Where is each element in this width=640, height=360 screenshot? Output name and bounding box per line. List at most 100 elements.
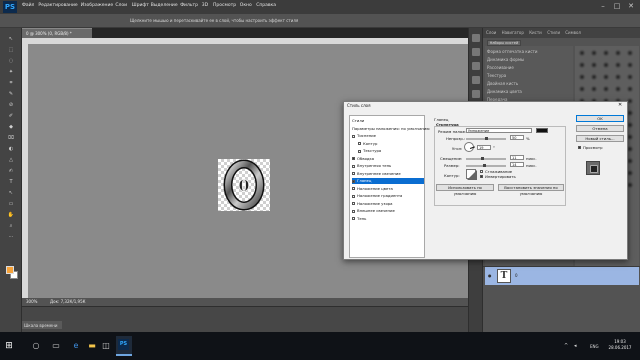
windows-icon[interactable]: ⊞ <box>0 336 18 356</box>
magic-wand-tool-icon[interactable]: ✦ <box>3 69 19 75</box>
gradient-tool-icon[interactable]: △ <box>3 157 19 163</box>
marquee-tool-icon[interactable]: ⬚ <box>3 47 19 53</box>
brush-tip-preset[interactable] <box>626 49 634 57</box>
layer-row[interactable]: ● T 0 <box>485 267 639 285</box>
close-window-button[interactable]: ✕ <box>624 1 638 11</box>
style-checkbox[interactable] <box>352 134 355 138</box>
store-icon[interactable]: ◫ <box>100 338 112 354</box>
style-list-item[interactable]: Наложение градиента <box>352 193 424 199</box>
search-icon[interactable]: ○ <box>30 338 42 354</box>
contour-picker[interactable] <box>466 169 477 180</box>
brush-tip-preset[interactable] <box>626 61 634 69</box>
eye-icon[interactable]: ● <box>488 273 492 278</box>
menu-item[interactable]: Окно <box>240 3 252 8</box>
clock[interactable]: 19:03 28.06.2017 <box>606 339 634 351</box>
distance-slider-knob[interactable] <box>480 157 484 160</box>
history-brush-tool-icon[interactable]: ⌧ <box>3 135 19 141</box>
brush-tip-preset[interactable] <box>626 73 634 81</box>
style-list-item[interactable]: Внешнее свечение <box>352 208 424 214</box>
move-tool-icon[interactable]: ↖ <box>3 36 19 42</box>
style-list-item[interactable]: Глянец <box>352 178 424 184</box>
style-checkbox[interactable] <box>352 179 355 183</box>
document-tab[interactable]: 0 @ 300% (0, RGB/8) * <box>22 28 92 38</box>
zoom-tool-icon[interactable]: ⌕ <box>3 223 19 229</box>
panel-shortcut-icon[interactable] <box>472 62 480 70</box>
maximize-button[interactable]: □ <box>610 1 624 11</box>
dialog-close-button[interactable]: ✕ <box>618 102 622 108</box>
panel-shortcut-icon[interactable] <box>472 34 480 42</box>
opacity-field[interactable]: 50 <box>510 135 524 140</box>
style-checkbox[interactable] <box>352 164 355 168</box>
edge-icon[interactable]: e <box>70 338 82 354</box>
panel-tab[interactable]: Слои <box>486 30 496 35</box>
brush-tip-preset[interactable] <box>578 73 586 81</box>
shape-tool-icon[interactable]: ▭ <box>3 201 19 207</box>
menu-item[interactable]: Редактирование <box>38 3 77 8</box>
brush-tip-preset[interactable] <box>626 85 634 93</box>
brush-tip-preset[interactable] <box>578 85 586 93</box>
style-list-item[interactable]: Наложение узора <box>352 201 424 207</box>
style-list-item[interactable]: Стили <box>352 118 424 124</box>
brush-tip-preset[interactable] <box>590 73 598 81</box>
panel-tab[interactable]: Символ <box>565 30 581 35</box>
style-list-item[interactable]: Текстура <box>352 148 424 154</box>
panel-shortcut-icon[interactable] <box>472 48 480 56</box>
angle-dial[interactable] <box>464 142 475 152</box>
eyedropper-tool-icon[interactable]: ✎ <box>3 91 19 97</box>
blend-color-swatch[interactable] <box>536 128 548 133</box>
hand-tool-icon[interactable]: ✋ <box>3 212 19 218</box>
brush-option-item[interactable]: Динамика формы <box>487 57 524 62</box>
cancel-button[interactable]: Отмена <box>576 125 624 132</box>
path-select-tool-icon[interactable]: ↖ <box>3 190 19 196</box>
style-list-item[interactable]: Тиснение <box>352 133 424 139</box>
brush-tip-preset[interactable] <box>614 49 622 57</box>
menu-item[interactable]: Файл <box>22 3 34 8</box>
panel-tab[interactable]: Стили <box>547 30 560 35</box>
panel-tab[interactable]: Кисти <box>529 30 542 35</box>
brush-tip-preset[interactable] <box>602 73 610 81</box>
style-checkbox[interactable] <box>352 194 355 198</box>
new-style-button[interactable]: Новый стиль... <box>576 135 624 142</box>
invert-checkbox[interactable] <box>480 175 483 178</box>
brush-tip-preset[interactable] <box>590 61 598 69</box>
eraser-tool-icon[interactable]: ◐ <box>3 146 19 152</box>
menu-item[interactable]: Просмотр <box>213 3 236 8</box>
opacity-slider-knob[interactable] <box>484 137 488 140</box>
make-default-button[interactable]: Использовать по умолчанию <box>436 184 494 196</box>
size-field[interactable]: 14 <box>510 162 524 167</box>
style-list-item[interactable]: Обводка <box>352 156 424 162</box>
explorer-icon[interactable]: ▬ <box>86 338 98 354</box>
brush-tip-preset[interactable] <box>602 49 610 57</box>
style-list-item[interactable]: Внутреннее свечение <box>352 171 424 177</box>
timeline-tab[interactable]: Шкала времени <box>22 321 62 329</box>
brush-option-item[interactable]: Динамика цвета <box>487 89 522 94</box>
brush-tip-preset[interactable] <box>590 49 598 57</box>
brush-option-item[interactable]: Текстура <box>487 73 506 78</box>
distance-field[interactable]: 11 <box>510 155 524 160</box>
size-slider[interactable] <box>466 164 506 167</box>
brush-option-item[interactable]: Форма отпечатка кисти <box>487 49 537 54</box>
brush-option-item[interactable]: Рассеивание <box>487 65 514 70</box>
language-indicator[interactable]: ENG <box>590 344 599 349</box>
style-list-item[interactable]: Наложение цвета <box>352 186 424 192</box>
brush-tip-preset[interactable] <box>590 85 598 93</box>
photoshop-taskbar-button[interactable]: PS <box>116 336 132 356</box>
style-checkbox[interactable] <box>352 157 355 160</box>
stamp-tool-icon[interactable]: ◆ <box>3 124 19 130</box>
style-checkbox[interactable] <box>352 187 355 190</box>
healing-tool-icon[interactable]: ⊘ <box>3 102 19 108</box>
style-checkbox[interactable] <box>352 202 355 205</box>
menu-item[interactable]: Слои <box>115 3 127 8</box>
size-slider-knob[interactable] <box>482 164 486 167</box>
more-tools-icon[interactable]: ⋯ <box>3 234 19 240</box>
doc-size-info[interactable]: Док: 7,32К/1,95К <box>50 299 85 304</box>
style-list-item[interactable]: Параметры наложения: по умолчанию <box>352 126 430 132</box>
style-checkbox[interactable] <box>352 172 355 175</box>
menu-item[interactable]: Шрифт <box>132 3 149 8</box>
brush-tip-preset[interactable] <box>578 61 586 69</box>
brush-tip-preset[interactable] <box>602 61 610 69</box>
foreground-color-swatch[interactable] <box>6 266 14 274</box>
menu-item[interactable]: Справка <box>256 3 276 8</box>
style-checkbox[interactable] <box>352 209 355 213</box>
style-list-item[interactable]: Внутренняя тень <box>352 163 424 169</box>
